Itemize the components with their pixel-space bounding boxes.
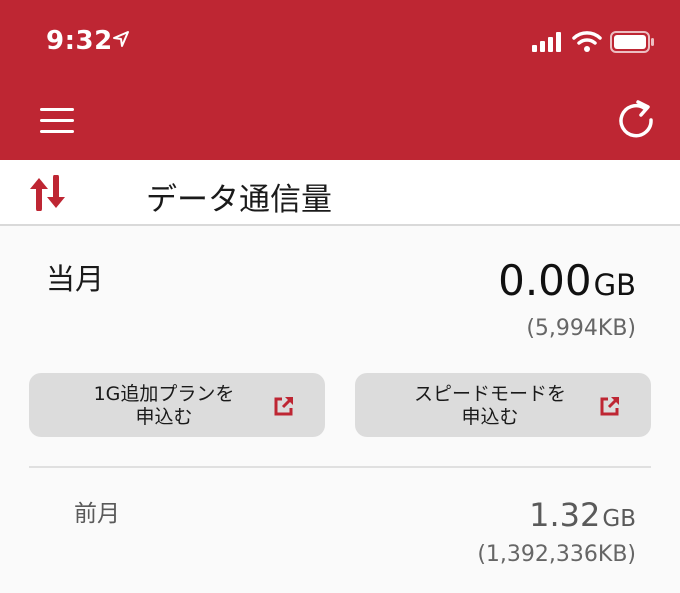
data-transfer-arrows-icon: [28, 174, 68, 215]
location-arrow-icon: [112, 30, 130, 52]
current-month-value: 0.00: [498, 256, 592, 305]
refresh-icon[interactable]: [614, 98, 658, 142]
current-month-label: 当月: [46, 262, 105, 296]
wifi-icon: [572, 30, 602, 56]
current-month-usage: 0.00GB: [498, 256, 636, 305]
external-link-icon: [273, 395, 295, 421]
add-1g-plan-label: 1G追加プランを 申込む: [93, 383, 235, 428]
section-header: [0, 160, 680, 226]
current-month-kb: (5,994KB): [526, 316, 636, 341]
add-1g-plan-button[interactable]: 1G追加プランを 申込む: [29, 373, 325, 437]
previous-month-unit: GB: [602, 506, 636, 532]
status-time: 9:32: [46, 26, 113, 56]
previous-month-kb: (1,392,336KB): [477, 542, 636, 567]
previous-month-label: 前月: [74, 501, 120, 527]
app-header: 9:32: [0, 0, 680, 160]
previous-month-usage: 1.32GB: [529, 496, 636, 534]
previous-month-value: 1.32: [529, 496, 601, 534]
current-month-unit: GB: [593, 268, 636, 302]
external-link-icon: [599, 395, 621, 421]
battery-icon: [610, 31, 656, 57]
speed-mode-label: スピードモードを 申込む: [413, 383, 566, 428]
section-title: データ通信量: [146, 182, 332, 218]
divider: [29, 466, 651, 468]
speed-mode-button[interactable]: スピードモードを 申込む: [355, 373, 651, 437]
cell-signal-icon: [532, 32, 564, 56]
hamburger-menu-icon[interactable]: [38, 106, 76, 136]
